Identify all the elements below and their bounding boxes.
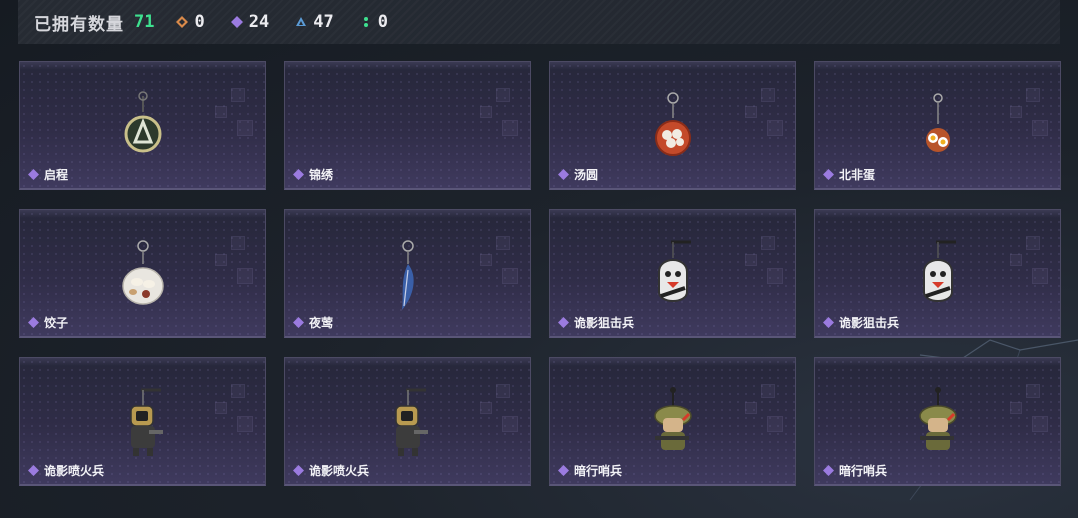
card-pattern-decoration: [745, 384, 785, 434]
purple-gem-icon: [823, 465, 834, 476]
charm-name-label: 汤圆: [574, 168, 599, 182]
compass-medal-charm-image: [124, 91, 161, 153]
charm-name-row: 北非蛋: [823, 166, 875, 183]
card-pattern-decoration: [480, 88, 520, 138]
charm-name-row: 夜莺: [293, 314, 333, 331]
purple-gem-icon: [293, 465, 304, 476]
charm-name-label: 北非蛋: [839, 168, 876, 182]
charm-card[interactable]: 北非蛋: [814, 61, 1061, 190]
stat-green-value: 0: [377, 12, 388, 32]
charm-name-row: 诡影喷火兵: [293, 462, 369, 479]
camo-sentry-charm-image: [653, 387, 692, 450]
stat-purple: 24: [230, 12, 270, 32]
charm-card[interactable]: 饺子: [19, 209, 266, 338]
stat-orange: 0: [176, 12, 205, 32]
charm-name-row: 暗行哨兵: [558, 462, 622, 479]
camo-sentry-charm-image: [918, 387, 957, 450]
purple-gem-icon: [230, 16, 243, 28]
charm-card[interactable]: 诡影喷火兵: [284, 357, 531, 486]
charm-name-label: 诡影狙击兵: [574, 316, 635, 330]
charm-name-row: 启程: [28, 166, 68, 183]
card-pattern-decoration: [1010, 236, 1050, 286]
charm-card[interactable]: 夜莺: [284, 209, 531, 338]
charm-card[interactable]: 诡影喷火兵: [19, 357, 266, 486]
charm-card[interactable]: 锦绣: [284, 61, 531, 190]
charm-card[interactable]: 启程: [19, 61, 266, 190]
purple-gem-icon: [558, 465, 569, 476]
soup-bowl-charm-image: [654, 92, 691, 156]
card-pattern-decoration: [215, 236, 255, 286]
charm-name-label: 夜莺: [309, 316, 334, 330]
charm-name-label: 锦绣: [309, 168, 334, 182]
charm-card[interactable]: 诡影狙击兵: [814, 209, 1061, 338]
purple-gem-icon: [823, 169, 834, 180]
charm-name-row: 诡影狙击兵: [823, 314, 899, 331]
orange-diamond-icon: [176, 16, 189, 28]
purple-gem-icon: [823, 317, 834, 328]
charm-card[interactable]: 暗行哨兵: [549, 357, 796, 486]
dumpling-plate-charm-image: [121, 240, 164, 305]
stat-green: 0: [360, 12, 388, 32]
feather-charm-image: [401, 240, 414, 310]
card-pattern-decoration: [480, 236, 520, 286]
purple-gem-icon: [558, 169, 569, 180]
purple-gem-icon: [558, 317, 569, 328]
charm-card[interactable]: 暗行哨兵: [814, 357, 1061, 486]
charm-name-row: 诡影喷火兵: [28, 462, 104, 479]
card-pattern-decoration: [745, 236, 785, 286]
blue-triangle-icon: [296, 17, 307, 26]
stat-blue: 47: [295, 12, 334, 32]
charm-name-row: 饺子: [28, 314, 68, 331]
purple-gem-icon: [28, 169, 39, 180]
green-dots-icon: [363, 17, 368, 27]
stat-orange-value: 0: [194, 12, 205, 32]
charm-name-row: 诡影狙击兵: [558, 314, 634, 331]
charm-card[interactable]: 汤圆: [549, 61, 796, 190]
charm-name-label: 诡影喷火兵: [44, 464, 105, 478]
charm-card[interactable]: 诡影狙击兵: [549, 209, 796, 338]
charm-name-row: 暗行哨兵: [823, 462, 887, 479]
card-pattern-decoration: [215, 384, 255, 434]
purple-gem-icon: [28, 317, 39, 328]
charm-name-label: 启程: [44, 168, 69, 182]
flame-soldier-charm-image: [394, 388, 428, 456]
owned-count-value: 71: [134, 12, 155, 32]
charm-name-label: 暗行哨兵: [574, 464, 623, 478]
card-pattern-decoration: [745, 88, 785, 138]
charm-name-label: 诡影喷火兵: [309, 464, 370, 478]
purple-gem-icon: [293, 169, 304, 180]
charm-name-label: 饺子: [44, 316, 69, 330]
charm-name-row: 汤圆: [558, 166, 598, 183]
owned-count-label: 已拥有数量: [34, 14, 124, 35]
egg-plate-charm-image: [925, 93, 950, 152]
card-pattern-decoration: [1010, 88, 1050, 138]
flame-soldier-charm-image: [129, 388, 163, 456]
card-pattern-decoration: [215, 88, 255, 138]
stat-blue-value: 47: [313, 12, 334, 32]
purple-gem-icon: [293, 317, 304, 328]
card-pattern-decoration: [480, 384, 520, 434]
card-pattern-decoration: [1010, 384, 1050, 434]
charm-name-row: 锦绣: [293, 166, 333, 183]
collection-header: 已拥有数量 71 0 24 47 0: [18, 0, 1060, 44]
charm-name-label: 暗行哨兵: [839, 464, 888, 478]
stat-purple-value: 24: [248, 12, 270, 32]
ghost-sniper-charm-image: [657, 240, 691, 302]
charm-grid: 启程 锦绣 汤圆 北非蛋饺子 夜莺 诡影狙击兵 诡影狙击兵诡影喷火兵 诡影喷火兵 暗行哨兵 暗行哨…: [19, 61, 1061, 486]
charm-name-label: 诡影狙击兵: [839, 316, 900, 330]
purple-gem-icon: [28, 465, 39, 476]
ghost-sniper-charm-image: [922, 240, 956, 302]
